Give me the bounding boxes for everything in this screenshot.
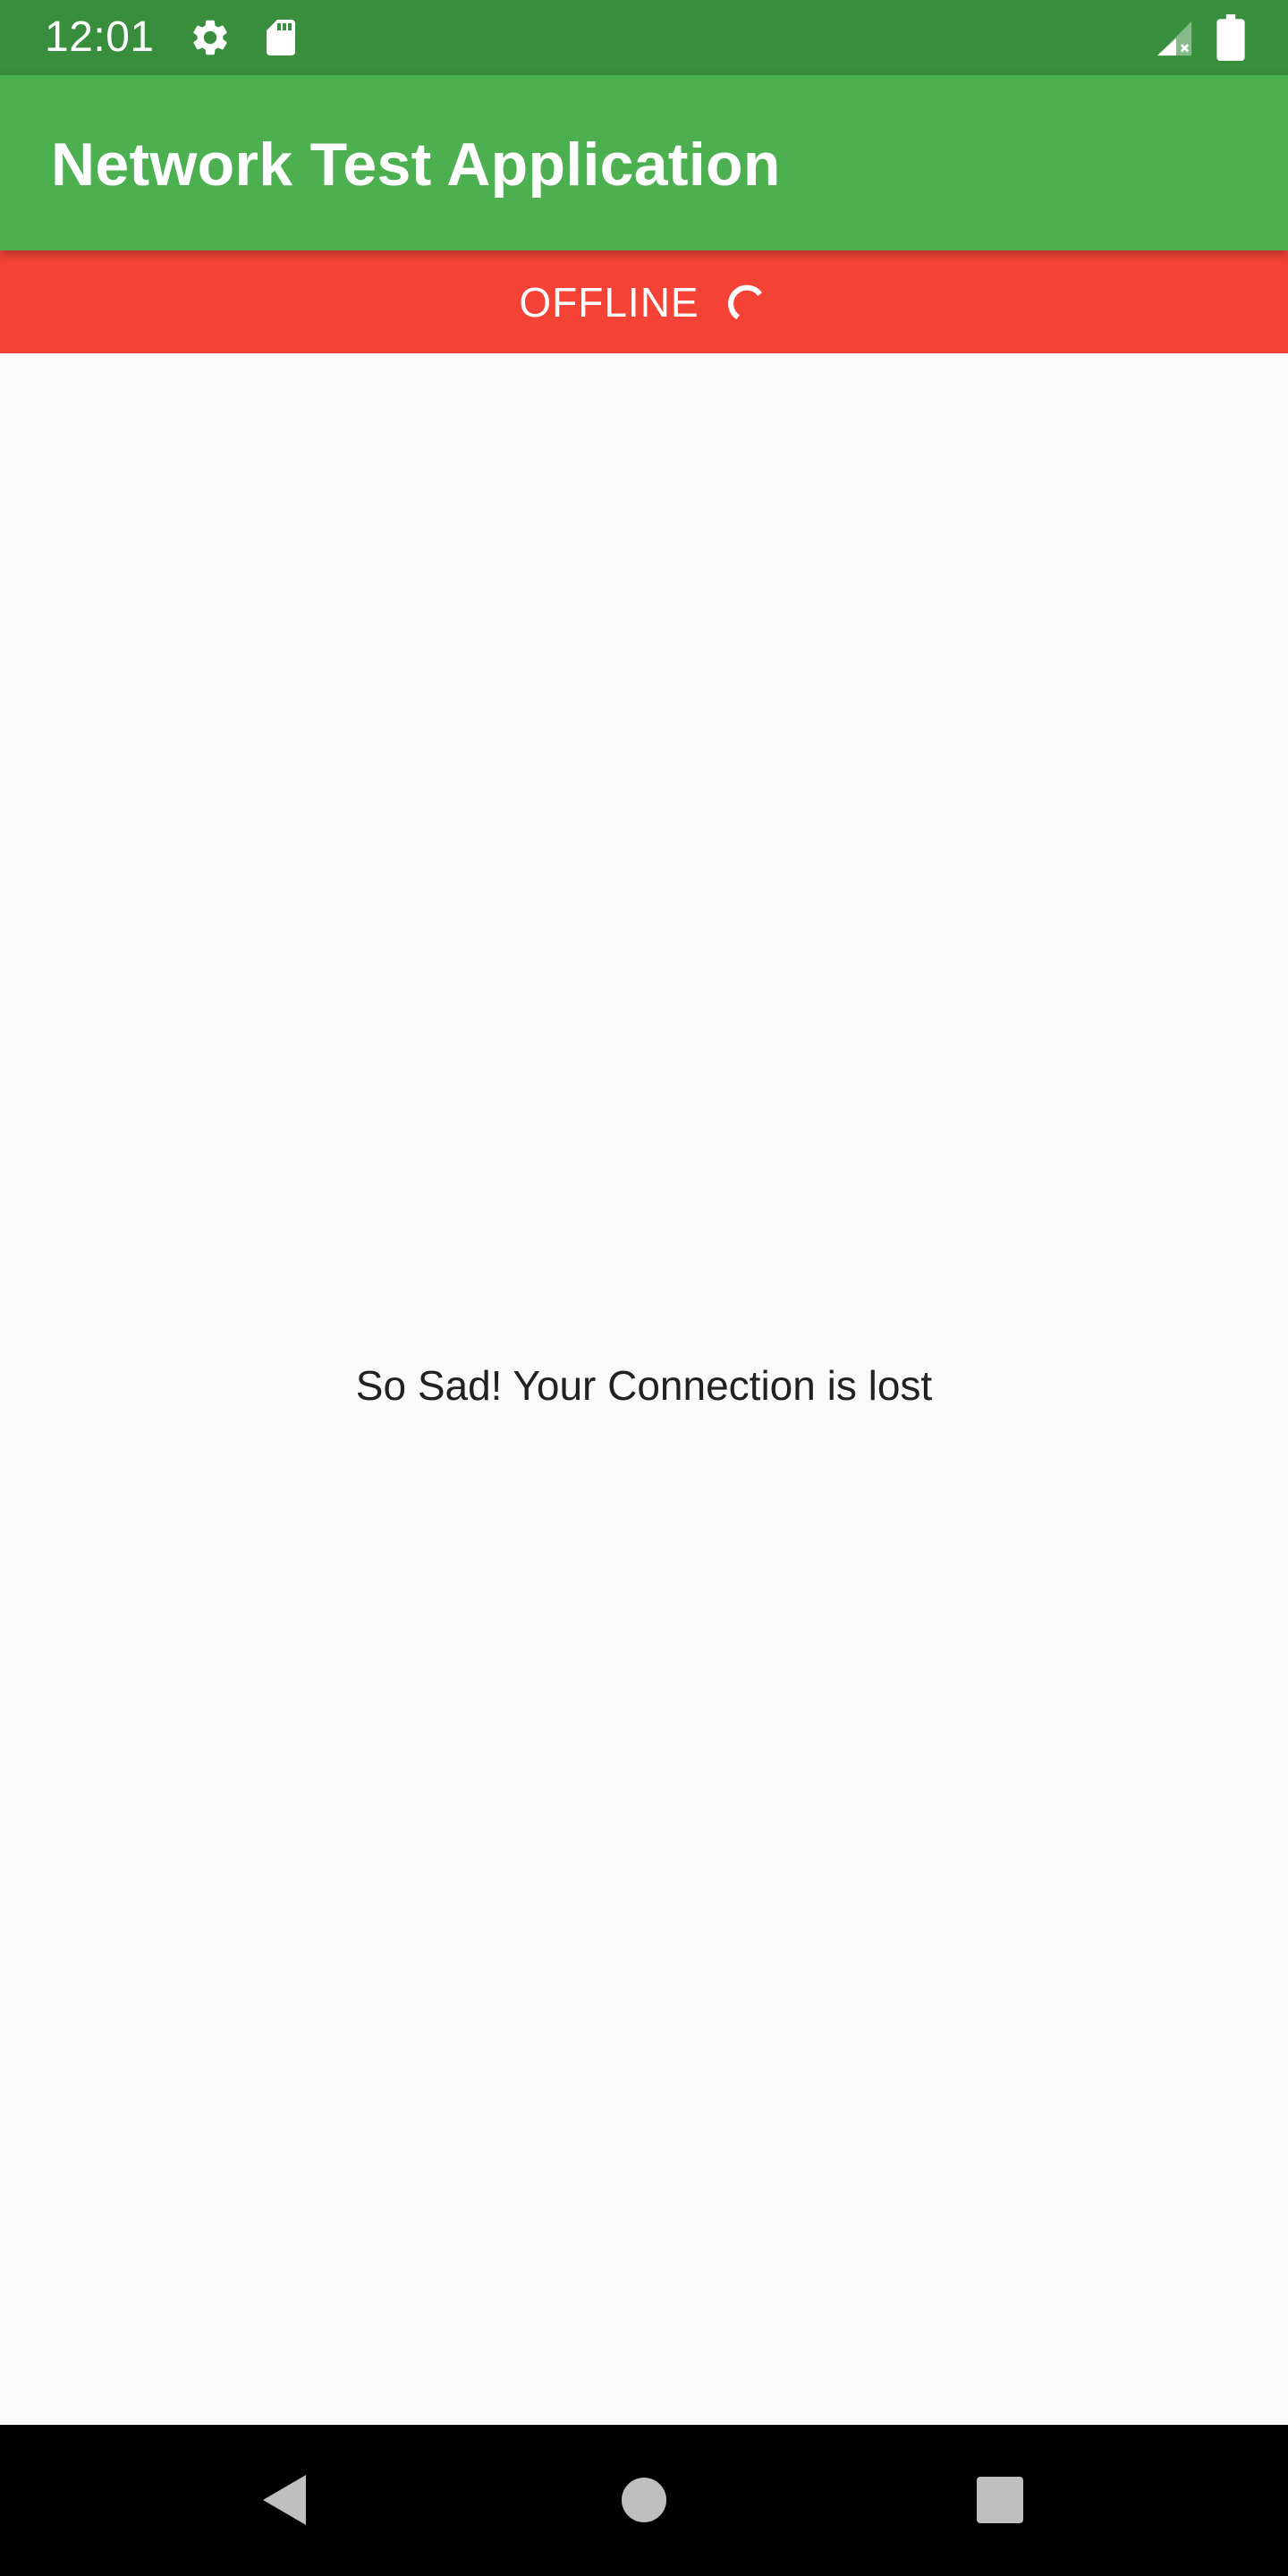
connection-status-banner: OFFLINE: [0, 250, 1288, 353]
status-time: 12:01: [45, 13, 155, 61]
signal-no-connection-icon: [1157, 21, 1192, 56]
back-triangle-icon[interactable]: [240, 2455, 329, 2545]
status-bar: 12:01: [0, 0, 1288, 75]
app-title: Network Test Application: [51, 131, 781, 199]
system-nav-bar: [0, 2425, 1288, 2576]
app-screen: 12:01 Network Test Application OFFLINE S…: [0, 0, 1288, 2576]
app-bar: Network Test Application: [0, 75, 1288, 250]
connection-status-label: OFFLINE: [519, 278, 699, 326]
home-circle-icon[interactable]: [599, 2455, 689, 2545]
battery-full-icon: [1216, 14, 1245, 61]
recents-square-icon[interactable]: [955, 2455, 1045, 2545]
settings-gear-icon: [193, 20, 227, 55]
connection-lost-message: So Sad! Your Connection is lost: [355, 1362, 933, 1409]
content-area: So Sad! Your Connection is lost: [0, 353, 1288, 2425]
sd-card-icon: [267, 20, 295, 55]
loading-spinner-icon: [727, 284, 762, 319]
